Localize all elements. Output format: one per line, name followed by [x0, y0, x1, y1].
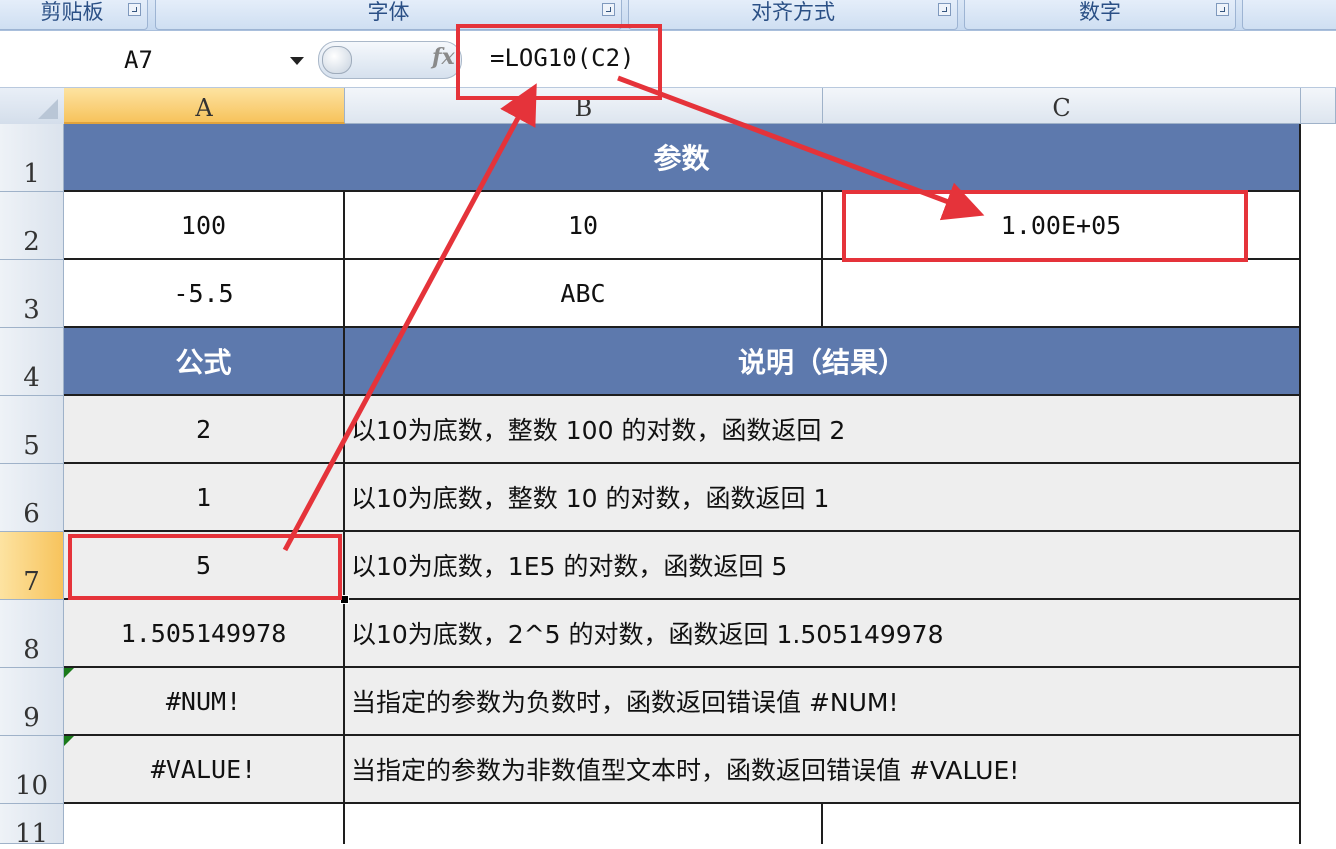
arrow-a7-to-formula	[282, 83, 537, 552]
arrow-formula-to-c2	[617, 75, 985, 221]
annotation-arrows	[282, 75, 985, 552]
